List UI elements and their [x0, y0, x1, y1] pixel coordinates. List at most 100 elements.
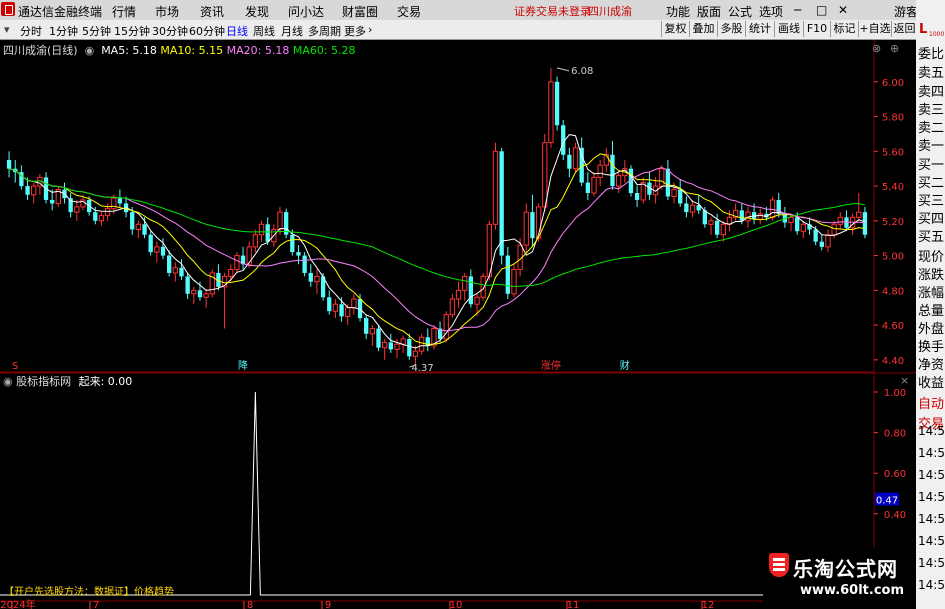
minimize-icon[interactable]: ─: [794, 3, 801, 17]
candle-body-94: [585, 182, 591, 194]
indicator-value: 起来: 0.00: [78, 375, 133, 388]
candle-body-122: [757, 213, 763, 220]
candle-body-62: [388, 342, 393, 350]
annotation-label-1: 4.37: [411, 363, 433, 374]
candle-body-91: [567, 154, 572, 169]
price-label-1: 5.80: [882, 113, 904, 124]
ind-current-label: 0.47: [876, 496, 898, 507]
candle-body-37: [234, 255, 240, 270]
menu-layout[interactable]: 版面: [697, 3, 721, 20]
candle-body-116: [720, 223, 726, 236]
candle-body-134: [831, 223, 837, 236]
candle-body-64: [400, 338, 406, 345]
panel-time-3: 14:5: [918, 490, 945, 504]
btn-statistics[interactable]: 统计: [745, 21, 774, 37]
menu-quotes[interactable]: 行情: [112, 3, 136, 20]
btn-mark[interactable]: 标记: [830, 21, 858, 37]
indicator-settings-icon[interactable]: ◉: [3, 375, 16, 388]
candle-body-24: [154, 246, 160, 253]
period-60min[interactable]: 60分钟: [189, 23, 225, 39]
annotation-arrow-0: [556, 67, 570, 72]
price-label-7: 4.60: [882, 321, 904, 332]
period-15min[interactable]: 15分钟: [114, 23, 150, 39]
candle-body-3: [25, 186, 30, 195]
btn-overlay[interactable]: 叠加: [689, 21, 717, 37]
menu-wealth[interactable]: 财富圈: [342, 3, 378, 20]
settings-icon[interactable]: ◉: [81, 44, 98, 57]
candle-body-82: [511, 268, 517, 295]
candle-body-46: [290, 234, 295, 253]
chart-close-icon[interactable]: ⊗: [872, 42, 881, 55]
candle-body-88: [548, 81, 554, 144]
x-label-0: 2024年: [0, 598, 35, 609]
menu-formula[interactable]: 公式: [728, 3, 752, 20]
user-label[interactable]: 游客: [894, 3, 918, 20]
period-1min[interactable]: 1分钟: [49, 23, 78, 39]
panel-item-6: 买一: [918, 158, 945, 173]
candle-body-29: [185, 276, 190, 294]
panel-item-10: 买五: [918, 230, 945, 245]
candle-body-96: [597, 164, 603, 178]
candle-body-42: [265, 224, 270, 242]
candle-body-72: [449, 298, 456, 316]
maximize-icon[interactable]: □: [816, 3, 827, 17]
panel-item-5: 卖一: [918, 139, 945, 154]
top-menu-bar: 通达信金融终端 行情 市场 资讯 发现 问小达 财富圈 交易 证券交易未登录 四…: [0, 0, 945, 20]
btn-draw[interactable]: 画线: [774, 21, 803, 37]
price-label-5: 5.00: [882, 252, 904, 263]
period-intraday[interactable]: 分时: [20, 23, 42, 39]
chevron-right-icon[interactable]: ›: [368, 23, 372, 36]
dropdown-icon[interactable]: ▾: [4, 23, 10, 36]
menu-discover[interactable]: 发现: [245, 3, 269, 20]
candle-body-23: [148, 234, 153, 253]
x-label-2: 8: [247, 600, 253, 609]
candle-body-97: [603, 154, 609, 166]
candle-body-55: [345, 307, 351, 317]
candle-body-84: [523, 211, 529, 246]
annotation-label-0: 6.08: [571, 66, 593, 77]
btn-add-watchlist[interactable]: +自选: [858, 21, 891, 37]
ind-label-3: 0.40: [884, 510, 906, 521]
panel-time-2: 14:5: [918, 468, 945, 482]
menu-function[interactable]: 功能: [666, 3, 690, 20]
price-chart[interactable]: 6.00 5.80 5.60 5.40 5.20 5.00 4.80 4.60 4.40 6.08…: [0, 40, 916, 609]
btn-multi-stock[interactable]: 多股: [717, 21, 745, 37]
period-multi[interactable]: 多周期: [308, 23, 341, 39]
menu-trade[interactable]: 交易: [397, 3, 421, 20]
panel-time-4: 14:5: [918, 512, 945, 526]
period-daily[interactable]: 日线: [226, 23, 248, 39]
event-marker-2: 涨停: [541, 359, 561, 372]
candle-body-67: [418, 336, 425, 352]
menu-market[interactable]: 市场: [155, 3, 179, 20]
candle-body-76: [474, 296, 480, 305]
period-monthly[interactable]: 月线: [281, 23, 303, 39]
candle-body-133: [825, 234, 831, 248]
menu-ask[interactable]: 问小达: [288, 3, 324, 20]
app-logo-icon: [1, 2, 15, 16]
candle-body-102: [634, 193, 640, 200]
close-icon[interactable]: ✕: [838, 3, 848, 17]
candle-body-128: [795, 217, 800, 232]
chart-expand-icon[interactable]: ⊕: [890, 42, 899, 55]
x-label-1: 7: [93, 600, 99, 609]
formula-caption: 【开户先选股方法：数据证】价格趋势: [4, 587, 174, 598]
indicator-close-icon[interactable]: ×: [900, 374, 909, 387]
period-5min[interactable]: 5分钟: [82, 23, 111, 39]
candle-body-25: [160, 246, 166, 256]
btn-adjust[interactable]: 复权: [661, 21, 689, 37]
trade-login-warning[interactable]: 证券交易未登录: [514, 3, 591, 19]
period-30min[interactable]: 30分钟: [152, 23, 188, 39]
btn-f10[interactable]: F10: [803, 21, 830, 37]
candle-body-48: [302, 255, 307, 273]
candle-body-80: [499, 151, 504, 256]
period-toolbar: ▾ 分时 1分钟 5分钟 15分钟 30分钟 60分钟 日线 周线 月线 多周期…: [0, 20, 945, 40]
menu-options[interactable]: 选项: [759, 3, 783, 20]
menu-news[interactable]: 资讯: [200, 3, 224, 20]
btn-back[interactable]: 返回: [891, 21, 917, 37]
period-weekly[interactable]: 周线: [253, 23, 275, 39]
panel-item-9: 买四: [918, 212, 945, 227]
price-label-2: 5.60: [882, 147, 904, 158]
candle-body-30: [191, 289, 197, 295]
period-more[interactable]: 更多: [344, 23, 366, 39]
candle-body-59: [369, 328, 376, 335]
